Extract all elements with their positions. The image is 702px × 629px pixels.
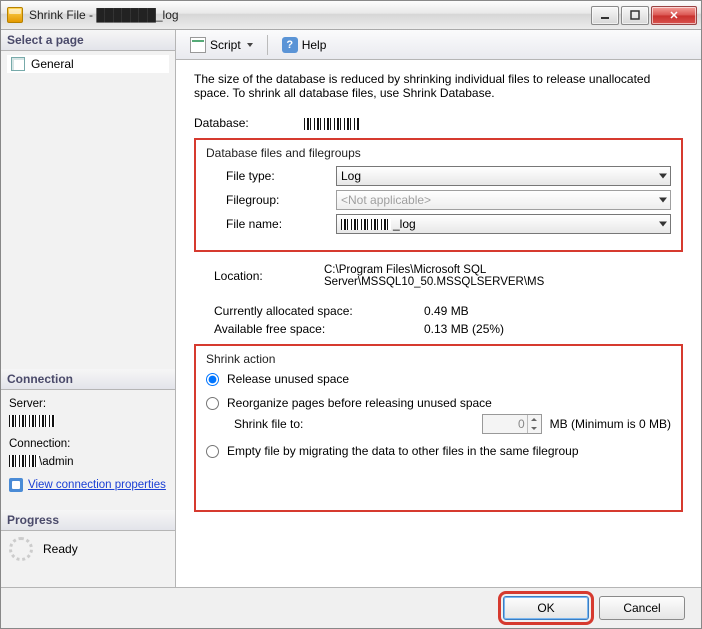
free-value: 0.13 MB (25%) [424, 322, 683, 336]
connection-properties-icon [9, 478, 23, 492]
minimize-button[interactable] [591, 6, 619, 25]
shrink-action-group: Shrink action Release unused space Reorg… [194, 344, 683, 512]
select-page-header: Select a page [1, 30, 175, 51]
progress-status: Ready [43, 542, 78, 556]
file-type-label: File type: [226, 169, 336, 183]
database-value [304, 116, 683, 130]
shrink-to-suffix: MB (Minimum is 0 MB) [550, 417, 671, 431]
window-title: Shrink File - ███████_log [29, 8, 179, 22]
chevron-down-icon [247, 43, 253, 47]
connection-value: \admin [9, 454, 167, 471]
release-unused-radio[interactable] [206, 373, 219, 386]
main-panel: Script ? Help The size of the database i… [176, 30, 701, 587]
sidebar: Select a page General Connection Server:… [1, 30, 176, 587]
view-connection-properties-link[interactable]: View connection properties [28, 477, 166, 494]
filegroup-label: Filegroup: [226, 193, 336, 207]
toolbar: Script ? Help [176, 30, 701, 60]
free-label: Available free space: [194, 322, 424, 336]
release-unused-label: Release unused space [227, 372, 349, 386]
app-icon [7, 7, 23, 23]
allocated-value: 0.49 MB [424, 304, 683, 318]
file-type-select[interactable]: Log [336, 166, 671, 186]
help-button[interactable]: ? Help [276, 35, 333, 55]
shrink-to-input: 0 [482, 414, 542, 434]
empty-file-label: Empty file by migrating the data to othe… [227, 444, 579, 458]
sidebar-item-label: General [31, 57, 74, 71]
title-bar: Shrink File - ███████_log [1, 1, 701, 30]
help-label: Help [302, 38, 327, 52]
progress-header: Progress [1, 510, 175, 531]
reorganize-label: Reorganize pages before releasing unused… [227, 396, 492, 410]
toolbar-separator [267, 35, 268, 55]
ok-button[interactable]: OK [503, 596, 589, 620]
dialog-footer: OK Cancel [1, 587, 701, 628]
files-filegroups-title: Database files and filegroups [206, 146, 671, 160]
page-icon [11, 57, 25, 71]
file-name-select[interactable]: _log [336, 214, 671, 234]
shrink-action-title: Shrink action [206, 352, 671, 366]
shrink-to-label: Shrink file to: [234, 417, 384, 431]
server-value [9, 413, 167, 430]
location-value: C:\Program Files\Microsoft SQL Server\MS… [324, 264, 683, 288]
sidebar-item-general[interactable]: General [7, 55, 169, 73]
filegroup-select: <Not applicable> [336, 190, 671, 210]
files-filegroups-group: Database files and filegroups File type:… [194, 138, 683, 252]
help-icon: ? [282, 37, 298, 53]
file-name-label: File name: [226, 217, 336, 231]
script-button[interactable]: Script [184, 35, 259, 55]
maximize-button[interactable] [621, 6, 649, 25]
reorganize-radio[interactable] [206, 397, 219, 410]
progress-spinner-icon [9, 537, 33, 561]
script-icon [190, 37, 206, 53]
allocated-label: Currently allocated space: [194, 304, 424, 318]
close-button[interactable] [651, 6, 697, 25]
script-label: Script [210, 38, 241, 52]
database-label: Database: [194, 116, 304, 130]
cancel-button[interactable]: Cancel [599, 596, 685, 620]
server-label: Server: [9, 396, 167, 413]
description-text: The size of the database is reduced by s… [194, 72, 683, 100]
location-label: Location: [214, 269, 324, 283]
connection-header: Connection [1, 369, 175, 390]
empty-file-radio[interactable] [206, 445, 219, 458]
connection-label: Connection: [9, 436, 167, 453]
